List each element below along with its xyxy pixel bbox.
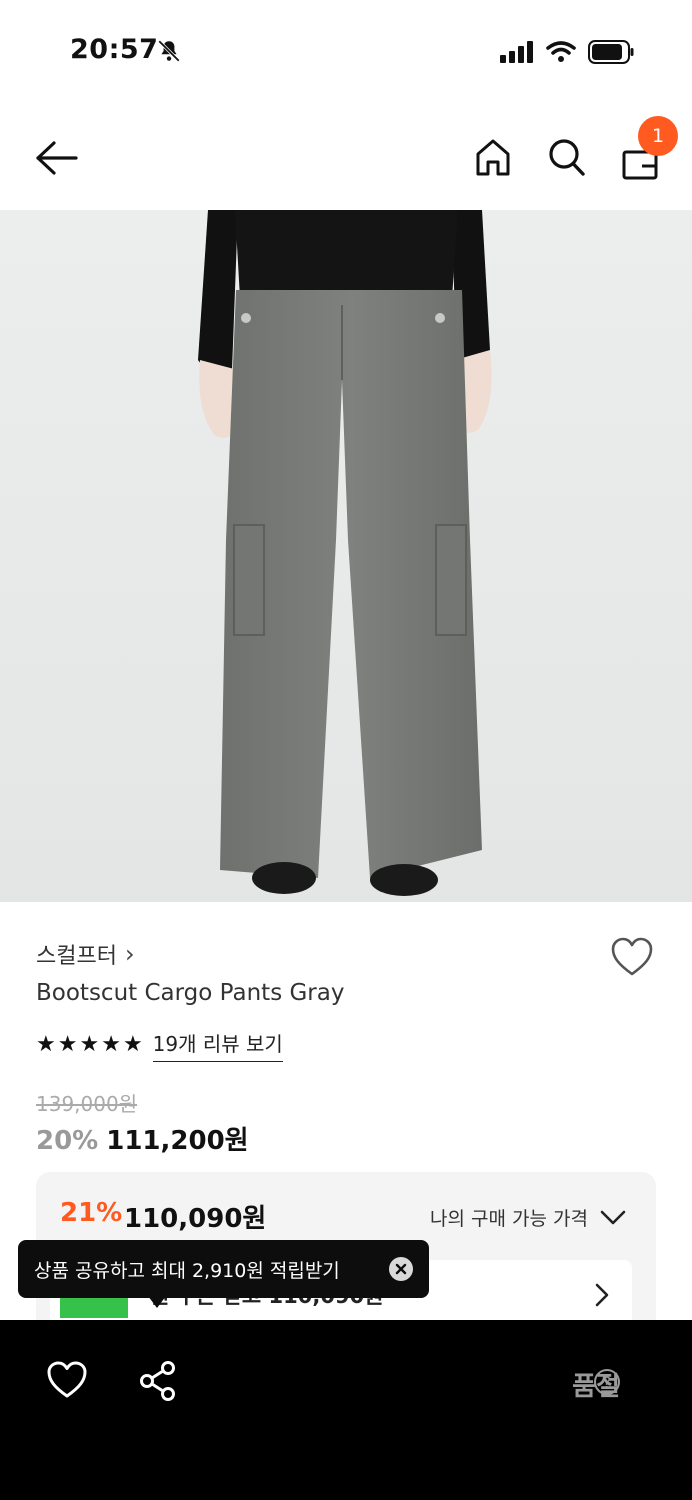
help-icon[interactable]: ?: [594, 1369, 620, 1395]
discount-percent: 20%: [36, 1126, 99, 1156]
wishlist-heart-icon[interactable]: [610, 936, 654, 978]
star-icon: ★: [101, 1032, 121, 1057]
share-reward-tooltip: 상품 공유하고 최대 2,910원 적립받기: [18, 1240, 429, 1298]
original-price: 139,000원: [36, 1092, 138, 1116]
star-icon: ★: [36, 1032, 56, 1057]
back-arrow-icon[interactable]: [34, 138, 78, 178]
top-navigation: [0, 110, 692, 206]
brand-link[interactable]: 스컬프터 ›: [36, 938, 135, 970]
product-title: Bootscut Cargo Pants Gray: [36, 980, 345, 1006]
benefit-discount-percent: 21%: [60, 1198, 123, 1228]
sale-price-row: 20% 111,200원: [36, 1120, 249, 1157]
chevron-down-icon: [600, 1210, 626, 1224]
star-icon: ★: [57, 1032, 78, 1057]
signal-icon: [500, 41, 533, 63]
star-icon: ★: [79, 1032, 100, 1057]
sale-price: 111,200원: [106, 1126, 249, 1156]
product-photo-illustration: [198, 210, 492, 896]
brand-name: 스컬프터: [36, 944, 117, 969]
chevron-right-icon: ›: [124, 940, 135, 968]
review-link[interactable]: 19개 리뷰 보기: [152, 1028, 283, 1062]
bell-slash-icon: [158, 40, 180, 62]
wifi-icon: [546, 41, 576, 62]
cart-count-badge: 1: [638, 116, 678, 156]
search-icon[interactable]: [546, 136, 586, 178]
rating-row: ★ ★ ★ ★ ★ 19개 리뷰 보기: [36, 1028, 283, 1062]
status-bar: 20:57: [0, 0, 692, 100]
home-icon[interactable]: [474, 136, 512, 178]
heart-icon[interactable]: [46, 1360, 88, 1400]
battery-icon: [588, 40, 634, 64]
tooltip-text: 상품 공유하고 최대 2,910원 적립받기: [34, 1259, 340, 1282]
my-price-toggle[interactable]: 나의 구매 가능 가격: [430, 1204, 626, 1231]
status-time: 20:57: [70, 34, 159, 65]
my-price-label: 나의 구매 가능 가격: [430, 1208, 588, 1230]
bottom-action-bar: 품절 ?: [0, 1320, 692, 1500]
tooltip-arrow: [148, 1296, 166, 1308]
star-icon: ★: [122, 1032, 143, 1057]
chevron-right-icon: [595, 1283, 609, 1307]
benefit-price: 110,090원: [124, 1204, 267, 1234]
rating-stars: ★ ★ ★ ★ ★: [36, 1034, 143, 1056]
product-image[interactable]: [0, 210, 692, 902]
status-indicators: [500, 38, 634, 66]
close-icon[interactable]: [389, 1257, 413, 1281]
share-icon[interactable]: [138, 1360, 178, 1402]
